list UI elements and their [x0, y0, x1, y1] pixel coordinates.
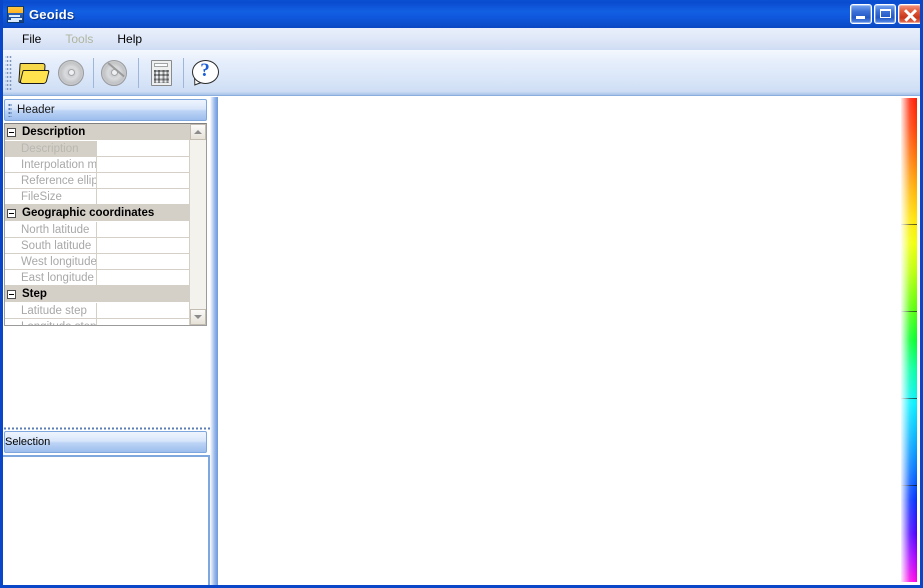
- property-row[interactable]: FileSize: [5, 189, 189, 205]
- maximize-button[interactable]: [874, 4, 896, 24]
- header-panel-label: Header: [17, 104, 55, 116]
- property-row[interactable]: South latitude: [5, 238, 189, 254]
- colorbar-tick: [901, 485, 917, 487]
- property-grid-scrollbar[interactable]: [189, 124, 206, 325]
- minimize-icon: [856, 16, 865, 19]
- toolbar-separator: [183, 57, 184, 88]
- property-group-label: Step: [22, 288, 47, 300]
- calculator-icon: [150, 59, 172, 86]
- property-label: West longitude: [5, 254, 97, 270]
- toolbar-grip[interactable]: [5, 55, 12, 90]
- colorbar-tick: [901, 223, 917, 225]
- property-label: Longitude step: [5, 319, 97, 325]
- property-row[interactable]: Reference ellips: [5, 173, 189, 189]
- help-glyph: ?: [200, 60, 210, 81]
- property-row[interactable]: East longitude: [5, 270, 189, 286]
- menu-item-help[interactable]: Help: [108, 30, 151, 48]
- colorbar-tick: [901, 310, 917, 312]
- disk-icon: [58, 59, 84, 86]
- menu-bar: File Tools Help: [3, 28, 920, 50]
- panel-bottom-border: [3, 455, 210, 457]
- property-group-geographic-coordinates[interactable]: Geographic coordinates: [5, 205, 189, 222]
- window-controls: [850, 4, 920, 24]
- title-bar: Geoids: [3, 0, 920, 28]
- property-group-label: Geographic coordinates: [22, 207, 155, 219]
- property-value-field[interactable]: [97, 254, 189, 270]
- scroll-down-button[interactable]: [190, 309, 206, 325]
- property-group-step[interactable]: Step: [5, 286, 189, 303]
- property-row[interactable]: Description: [5, 141, 189, 157]
- question-bubble-icon: ?: [191, 59, 221, 87]
- scroll-up-icon: [194, 130, 202, 134]
- collapse-icon[interactable]: [7, 289, 16, 299]
- property-group-description[interactable]: Description: [5, 124, 189, 141]
- scroll-down-icon: [194, 315, 202, 319]
- window-title: Geoids: [29, 6, 75, 22]
- colorbar-fade: [901, 98, 917, 582]
- help-button[interactable]: ?: [187, 54, 225, 92]
- header-panel-title[interactable]: Header: [4, 99, 207, 121]
- close-button[interactable]: [898, 4, 920, 24]
- property-row[interactable]: Latitude step: [5, 303, 189, 319]
- property-grid: Description Description Interpolation me…: [4, 123, 207, 326]
- property-value-field[interactable]: [97, 189, 189, 205]
- property-value-field[interactable]: [97, 222, 189, 238]
- property-row[interactable]: West longitude: [5, 254, 189, 270]
- toolbar: ?: [3, 50, 920, 96]
- property-value-field[interactable]: [97, 173, 189, 189]
- scrollbar-track[interactable]: [190, 140, 206, 309]
- property-value-field[interactable]: [97, 238, 189, 254]
- menu-item-tools: Tools: [65, 32, 94, 46]
- property-value-field[interactable]: [97, 303, 189, 319]
- folder-open-icon: [18, 61, 50, 85]
- minimize-button[interactable]: [850, 4, 872, 24]
- panel-grip-icon: [8, 103, 12, 117]
- property-label: Interpolation me: [5, 157, 97, 173]
- property-value-field[interactable]: [97, 319, 189, 325]
- app-landscape-icon: [7, 5, 24, 23]
- property-grid-body: Description Description Interpolation me…: [5, 124, 189, 325]
- collapse-icon[interactable]: [7, 127, 16, 137]
- left-panel: Header Description Description Interpola…: [3, 97, 210, 585]
- panel-divider: [3, 427, 210, 430]
- collapse-icon[interactable]: [7, 208, 16, 218]
- property-label: North latitude: [5, 222, 97, 238]
- property-label: East longitude: [5, 270, 97, 286]
- property-value-field[interactable]: [97, 141, 189, 157]
- colorbar-tick: [901, 398, 917, 400]
- save-disk-button: [52, 54, 90, 92]
- property-row[interactable]: Interpolation me: [5, 157, 189, 173]
- toolbar-separator: [138, 57, 139, 88]
- property-label: South latitude: [5, 238, 97, 254]
- disk-pen-icon: [101, 59, 131, 86]
- selection-panel-title[interactable]: Selection: [4, 431, 207, 453]
- map-canvas[interactable]: [218, 97, 920, 585]
- selection-panel-label: Selection: [5, 436, 51, 448]
- property-value-field[interactable]: [97, 270, 189, 286]
- property-label: Latitude step: [5, 303, 97, 319]
- property-label: FileSize: [5, 189, 97, 205]
- property-row[interactable]: North latitude: [5, 222, 189, 238]
- edit-disk-button: [97, 54, 135, 92]
- property-row[interactable]: Longitude step: [5, 319, 189, 325]
- property-label: Description: [5, 141, 97, 157]
- open-file-button[interactable]: [14, 54, 52, 92]
- property-label: Reference ellips: [5, 173, 97, 189]
- toolbar-separator: [93, 57, 94, 88]
- application-window: Geoids File Tools Help ? Header Descript…: [0, 0, 923, 588]
- scroll-up-button[interactable]: [190, 124, 206, 140]
- calculator-button: [142, 54, 180, 92]
- property-value-field[interactable]: [97, 157, 189, 173]
- menu-item-file[interactable]: File: [13, 30, 50, 48]
- color-scale-legend: [901, 98, 917, 582]
- property-group-label: Description: [22, 126, 86, 138]
- maximize-icon: [880, 9, 891, 18]
- panel-splitter[interactable]: [210, 97, 218, 585]
